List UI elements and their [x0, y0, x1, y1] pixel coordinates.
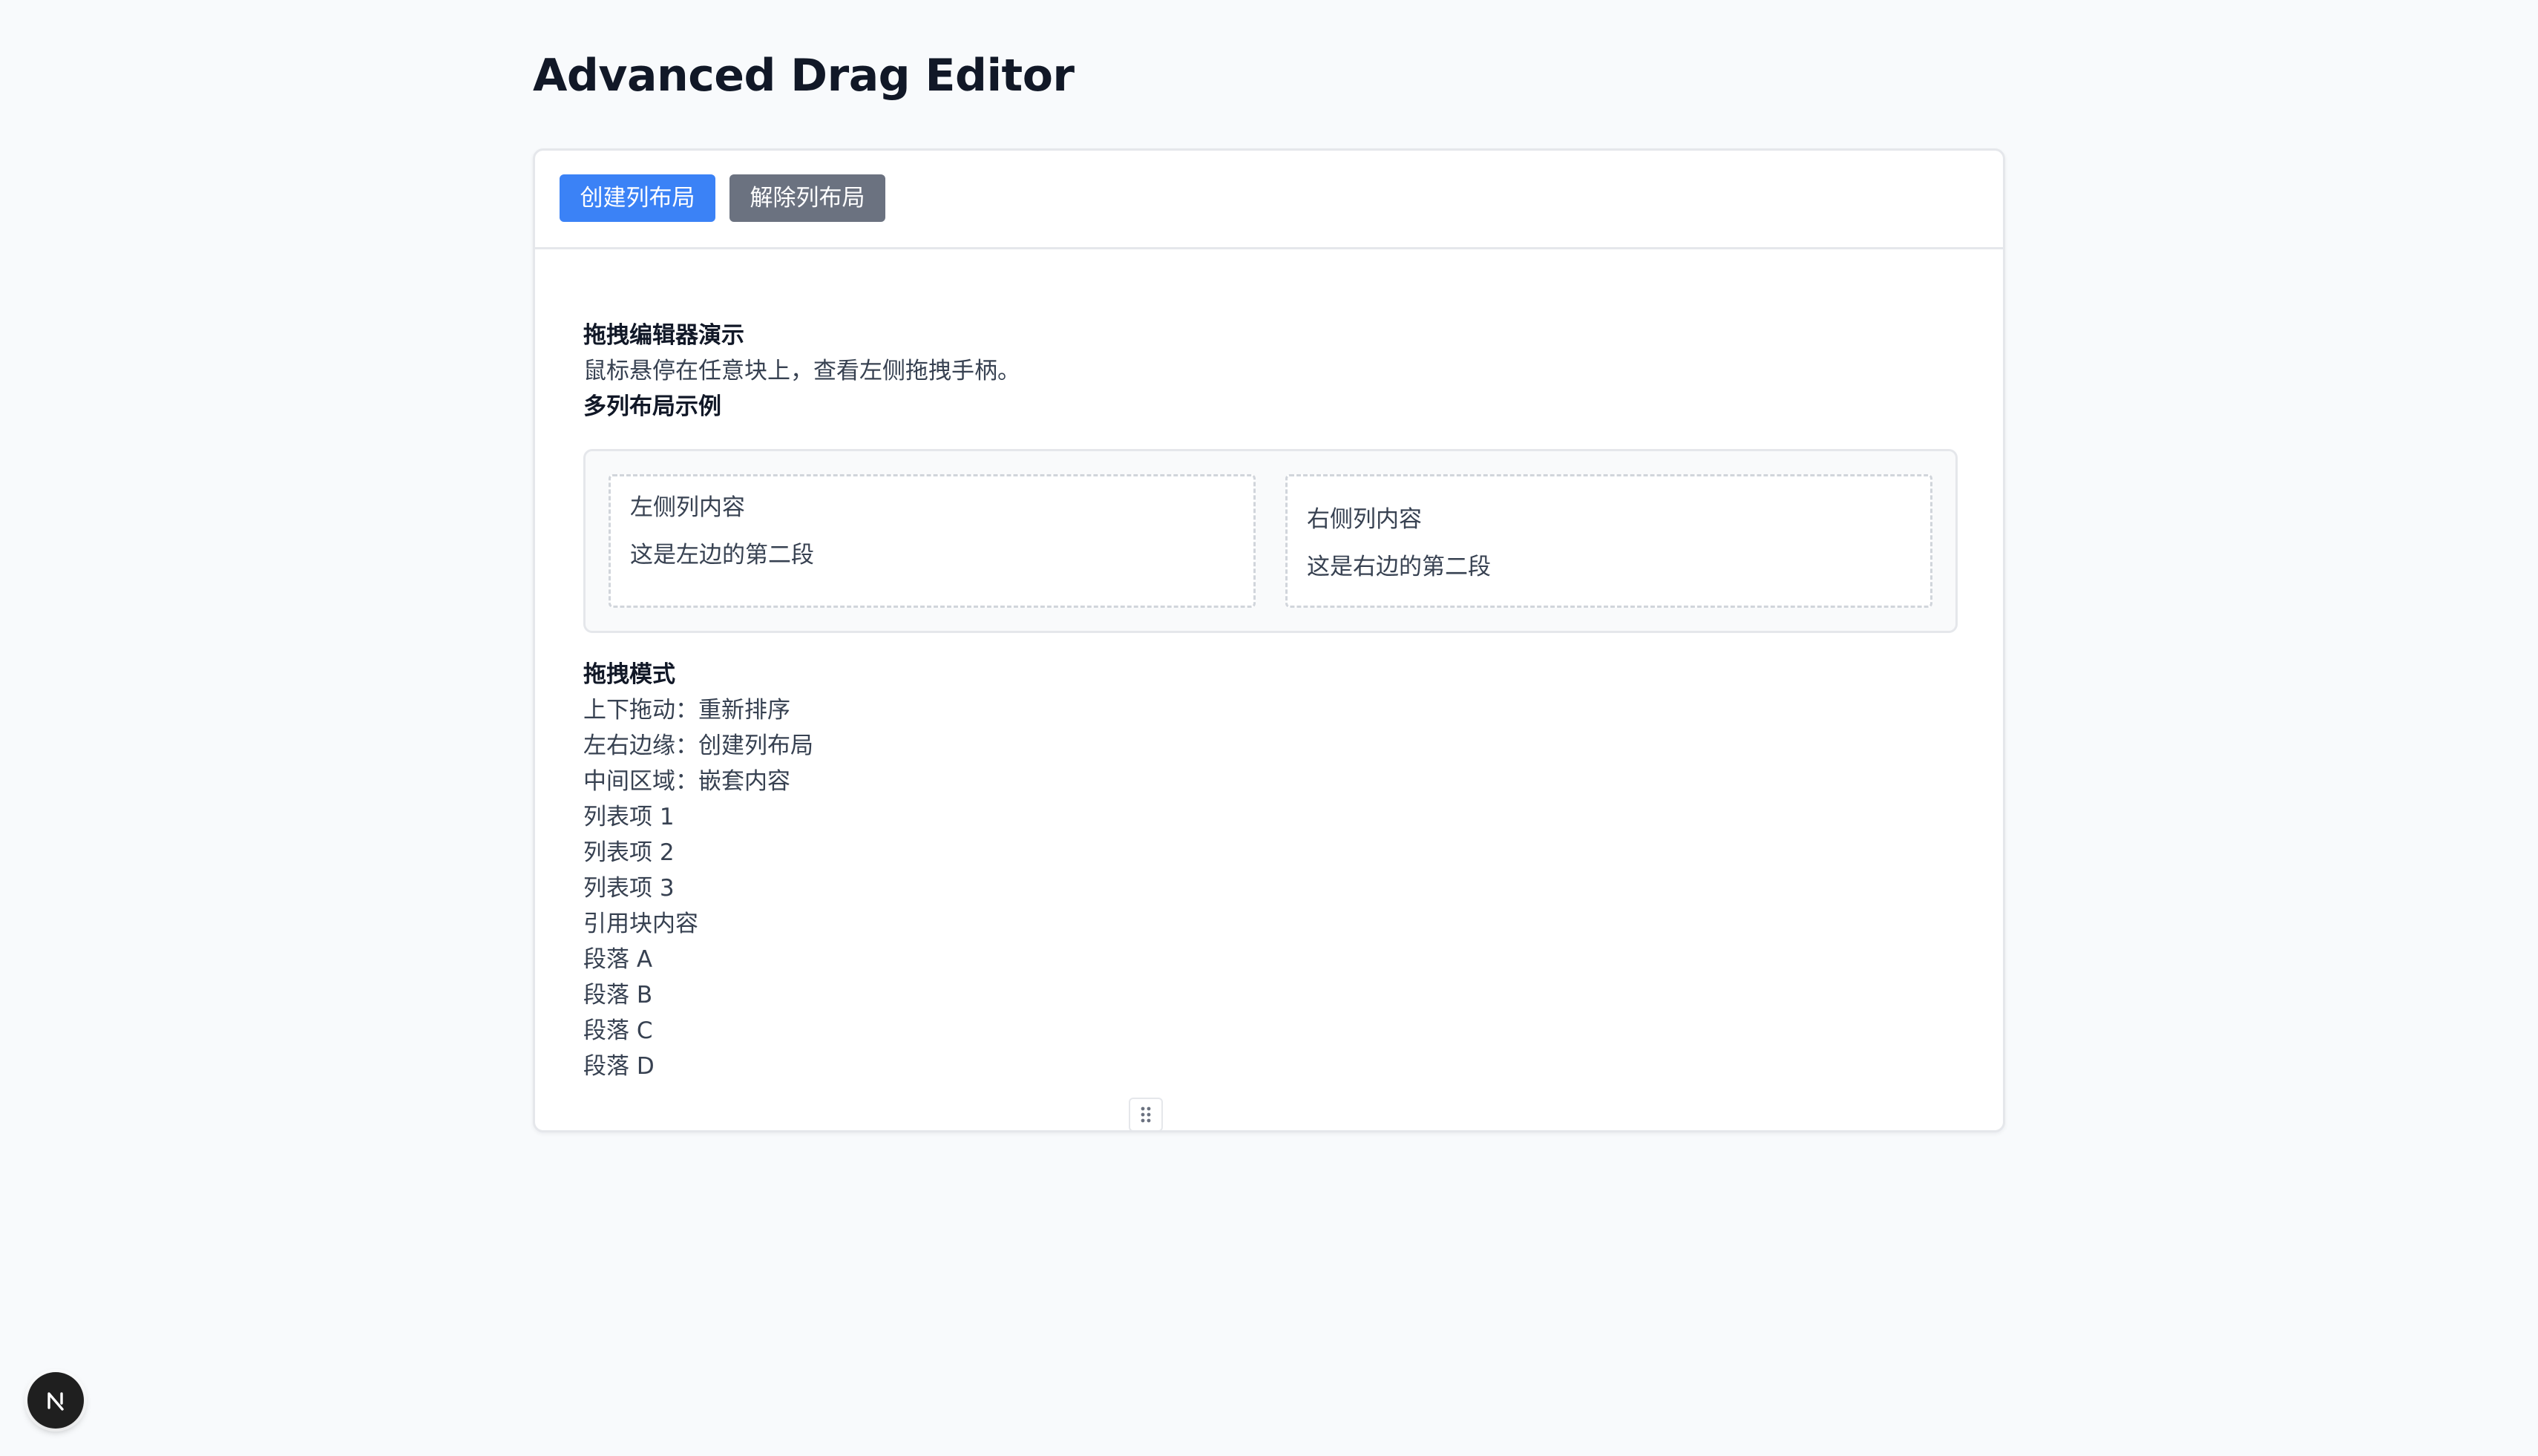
intro-blocks: 拖拽编辑器演示 鼠标悬停在任意块上，查看左侧拖拽手柄。 多列布局示例: [583, 318, 1955, 424]
list-item[interactable]: 列表项 3: [583, 870, 813, 906]
page: Advanced Drag Editor 创建列布局 解除列布局 拖拽编辑器演示…: [0, 0, 2538, 1456]
paragraph-block[interactable]: 中间区域：嵌套内容: [583, 764, 813, 799]
lower-blocks: 拖拽模式 上下拖动：重新排序 左右边缘：创建列布局 中间区域：嵌套内容 列表项 …: [583, 657, 813, 1084]
heading-block[interactable]: 多列布局示例: [583, 389, 1955, 424]
nextjs-logo-icon: [47, 1392, 64, 1411]
grip-dots-icon: [1141, 1106, 1151, 1123]
list-item[interactable]: 列表项 1: [583, 799, 813, 835]
page-title: Advanced Drag Editor: [533, 50, 1075, 102]
right-column-paragraph[interactable]: 右侧列内容: [1307, 502, 1422, 537]
editor-container: 创建列布局 解除列布局 拖拽编辑器演示 鼠标悬停在任意块上，查看左侧拖拽手柄。 …: [533, 148, 2005, 1132]
paragraph-block[interactable]: 段落 B: [583, 977, 813, 1013]
remove-columns-button[interactable]: 解除列布局: [729, 174, 885, 222]
left-column[interactable]: 左侧列内容 这是左边的第二段: [609, 474, 1256, 608]
right-column-paragraph[interactable]: 这是右边的第二段: [1307, 549, 1491, 585]
paragraph-block[interactable]: 左右边缘：创建列布局: [583, 728, 813, 764]
paragraph-block[interactable]: 段落 D: [583, 1049, 813, 1084]
paragraph-block[interactable]: 段落 A: [583, 942, 813, 977]
left-column-paragraph[interactable]: 这是左边的第二段: [630, 537, 814, 573]
paragraph-block[interactable]: 段落 C: [583, 1013, 813, 1049]
right-column[interactable]: 右侧列内容 这是右边的第二段: [1285, 474, 1932, 608]
list-item[interactable]: 列表项 2: [583, 835, 813, 870]
heading-block[interactable]: 拖拽编辑器演示: [583, 318, 1955, 353]
column-layout[interactable]: 左侧列内容 这是左边的第二段 右侧列内容 这是右边的第二段: [583, 449, 1958, 633]
nextjs-dev-badge[interactable]: [27, 1372, 84, 1429]
paragraph-block[interactable]: 鼠标悬停在任意块上，查看左侧拖拽手柄。: [583, 353, 1955, 389]
paragraph-block[interactable]: 上下拖动：重新排序: [583, 692, 813, 728]
drag-handle-icon[interactable]: [1129, 1098, 1163, 1132]
create-columns-button[interactable]: 创建列布局: [560, 174, 715, 222]
quote-block[interactable]: 引用块内容: [583, 906, 813, 942]
heading-block[interactable]: 拖拽模式: [583, 657, 813, 692]
editor-toolbar: 创建列布局 解除列布局: [535, 151, 2003, 249]
left-column-paragraph[interactable]: 左侧列内容: [630, 490, 745, 525]
